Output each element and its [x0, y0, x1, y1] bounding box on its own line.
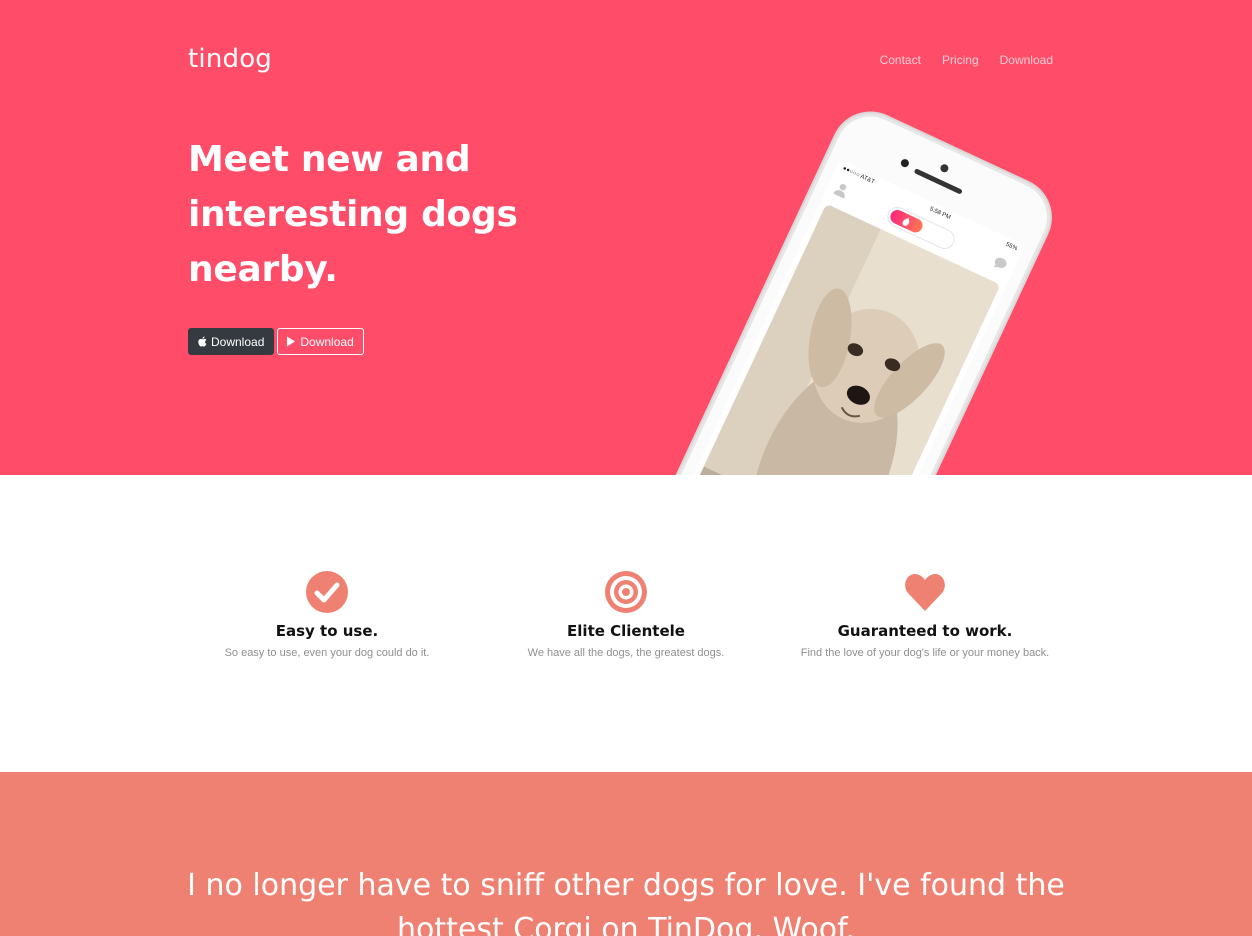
top-nav: Contact Pricing Download: [880, 53, 1053, 67]
profile-icon: [833, 183, 847, 199]
feature-text: Find the love of your dog's life or your…: [800, 647, 1050, 659]
feature-easy-to-use: Easy to use. So easy to use, even your d…: [177, 571, 477, 659]
apple-download-button[interactable]: Download: [188, 328, 275, 355]
hero-section: tindog Contact Pricing Download Meet new…: [0, 0, 1252, 475]
feature-elite-clientele: Elite Clientele We have all the dogs, th…: [476, 571, 776, 659]
testimonial-quote: I no longer have to sniff other dogs for…: [187, 868, 1065, 936]
toggle-active: [888, 207, 925, 235]
bullseye-icon: [605, 571, 647, 613]
battery-label: 55%: [1004, 241, 1019, 253]
nav-link-download[interactable]: Download: [1000, 53, 1053, 67]
apple-download-label: Download: [211, 334, 265, 349]
phone-mockup: ●●○○○ AT&T 5:58 PM 55%: [653, 100, 1063, 475]
features-section: Easy to use. So easy to use, even your d…: [0, 475, 1252, 772]
flame-icon: [902, 216, 910, 226]
check-circle-icon: [306, 571, 348, 613]
nav-link-pricing[interactable]: Pricing: [942, 53, 979, 67]
download-buttons: Download Download: [188, 328, 364, 355]
apple-icon: [198, 336, 207, 347]
feature-text: We have all the dogs, the greatest dogs.: [527, 647, 725, 659]
brand-logo[interactable]: tindog: [188, 44, 272, 74]
google-play-download-label: Download: [300, 334, 354, 349]
google-play-icon: [287, 336, 296, 347]
feature-text: So easy to use, even your dog could do i…: [224, 647, 430, 659]
hero-headline: Meet new and interesting dogs nearby.: [188, 139, 518, 290]
feature-title: Guaranteed to work.: [837, 622, 1013, 640]
testimonial-section: I no longer have to sniff other dogs for…: [0, 772, 1252, 936]
nav-link-contact[interactable]: Contact: [880, 53, 921, 67]
chat-icon: [993, 257, 1007, 269]
google-play-download-button[interactable]: Download: [277, 328, 364, 355]
feature-title: Elite Clientele: [567, 622, 685, 640]
feature-title: Easy to use.: [275, 622, 379, 640]
feature-guaranteed: Guaranteed to work. Find the love of you…: [775, 571, 1075, 659]
heart-icon: [905, 574, 945, 611]
